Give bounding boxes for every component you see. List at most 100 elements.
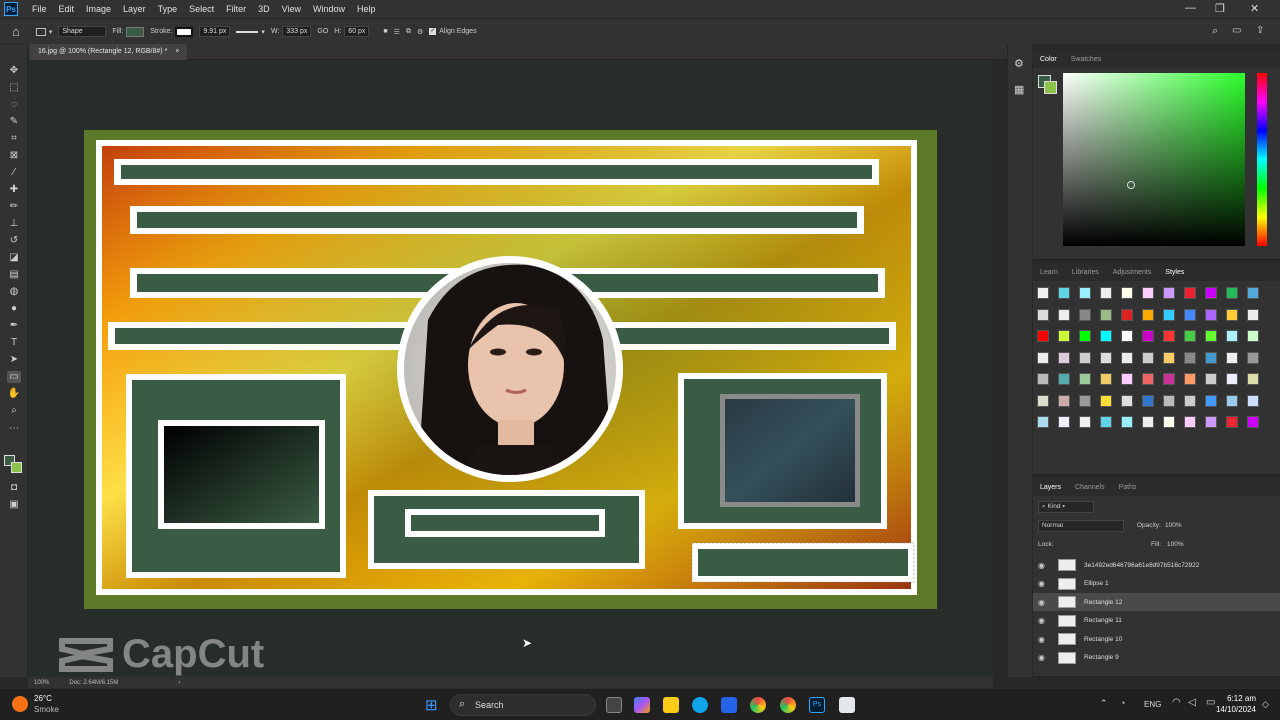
tab-styles[interactable]: Styles bbox=[1158, 269, 1191, 276]
style-swatch[interactable] bbox=[1226, 351, 1238, 364]
network-status-icon[interactable]: ◔ bbox=[1120, 698, 1125, 708]
menu-file[interactable]: File bbox=[26, 4, 53, 14]
menu-view[interactable]: View bbox=[276, 4, 307, 14]
crop-tool-icon[interactable]: ⌗ bbox=[7, 133, 21, 145]
brush-tool-icon[interactable]: ✏ bbox=[7, 201, 21, 213]
weather-temperature[interactable]: 26°C bbox=[34, 694, 52, 703]
pen-tool-icon[interactable]: ✒ bbox=[7, 320, 21, 332]
style-swatch[interactable] bbox=[1184, 308, 1196, 321]
style-swatch[interactable] bbox=[1184, 287, 1196, 299]
style-swatch[interactable] bbox=[1079, 287, 1091, 299]
chrome-icon[interactable] bbox=[750, 697, 766, 713]
input-language[interactable]: ENG bbox=[1144, 700, 1161, 709]
quick-mask-icon[interactable]: ◘ bbox=[7, 482, 21, 494]
tab-swatches[interactable]: Swatches bbox=[1064, 56, 1108, 63]
style-swatch[interactable] bbox=[1058, 351, 1070, 364]
lasso-tool-icon[interactable]: ◌ bbox=[7, 99, 21, 111]
tab-paths[interactable]: Paths bbox=[1112, 484, 1144, 491]
style-swatch[interactable] bbox=[1121, 351, 1133, 364]
style-swatch[interactable] bbox=[1121, 330, 1133, 342]
style-swatch[interactable] bbox=[1079, 330, 1091, 342]
edge-icon[interactable] bbox=[692, 697, 708, 713]
style-swatch[interactable] bbox=[1037, 394, 1049, 407]
style-swatch[interactable] bbox=[1142, 373, 1154, 385]
menu-layer[interactable]: Layer bbox=[117, 4, 152, 14]
workspace-icon[interactable]: ▭ bbox=[1232, 25, 1241, 36]
copilot-icon[interactable] bbox=[634, 697, 650, 713]
style-swatch[interactable] bbox=[1184, 394, 1196, 407]
tab-color[interactable]: Color bbox=[1033, 56, 1064, 63]
style-swatch[interactable] bbox=[1100, 394, 1112, 407]
style-swatch[interactable] bbox=[1205, 373, 1217, 385]
properties-icon[interactable]: ⚙ bbox=[1014, 57, 1024, 70]
blur-tool-icon[interactable]: ◍ bbox=[7, 286, 21, 298]
style-swatch[interactable] bbox=[1037, 330, 1049, 342]
width-field[interactable]: 333 px bbox=[282, 26, 312, 37]
style-swatch[interactable] bbox=[1058, 287, 1070, 299]
style-swatch[interactable] bbox=[1079, 416, 1091, 428]
frame-tool-icon[interactable]: ⊠ bbox=[7, 150, 21, 162]
windows-start-icon[interactable]: ⊞ bbox=[425, 696, 438, 714]
visibility-eye-icon[interactable]: ◉ bbox=[1038, 653, 1050, 662]
style-swatch[interactable] bbox=[1037, 308, 1049, 321]
history-brush-icon[interactable]: ↺ bbox=[7, 235, 21, 247]
path-arrangement-icon[interactable]: ⧉ bbox=[406, 28, 411, 36]
style-swatch[interactable] bbox=[1058, 330, 1070, 342]
gradient-tool-icon[interactable]: ▤ bbox=[7, 269, 21, 281]
screen-mode-icon[interactable]: ▣ bbox=[7, 499, 21, 511]
style-swatch[interactable] bbox=[1163, 351, 1175, 364]
share-icon[interactable]: ⇪ bbox=[1256, 25, 1264, 36]
photoshop-taskbar-icon[interactable]: Ps bbox=[809, 697, 825, 713]
style-swatch[interactable] bbox=[1100, 416, 1112, 428]
visibility-eye-icon[interactable]: ◉ bbox=[1038, 616, 1050, 625]
store-icon[interactable] bbox=[721, 697, 737, 713]
style-swatch[interactable] bbox=[1247, 351, 1259, 364]
tab-channels[interactable]: Channels bbox=[1068, 484, 1112, 491]
capcut-taskbar-icon[interactable] bbox=[839, 697, 855, 713]
layer-row[interactable]: ◉ 3e1492ed646796a61e8d97b516c72922 bbox=[1033, 556, 1280, 574]
opacity-field[interactable]: 100% bbox=[1165, 522, 1182, 529]
style-swatch[interactable] bbox=[1079, 308, 1091, 321]
move-tool-icon[interactable]: ✥ bbox=[7, 65, 21, 77]
tray-chevron-icon[interactable]: ⌃ bbox=[1100, 698, 1108, 709]
menu-filter[interactable]: Filter bbox=[220, 4, 252, 14]
chrome-profile-icon[interactable] bbox=[780, 697, 796, 713]
height-control[interactable]: H: 60 px bbox=[334, 26, 370, 37]
visibility-eye-icon[interactable]: ◉ bbox=[1038, 635, 1050, 644]
tab-libraries[interactable]: Libraries bbox=[1065, 269, 1106, 276]
style-swatch[interactable] bbox=[1205, 351, 1217, 364]
tab-learn[interactable]: Learn bbox=[1033, 269, 1065, 276]
layer-comps-icon[interactable]: ▦ bbox=[1014, 83, 1024, 96]
gear-icon[interactable]: ⚙ bbox=[417, 28, 423, 36]
path-alignment-icon[interactable]: ☰ bbox=[394, 28, 400, 36]
color-picker-handle[interactable] bbox=[1127, 181, 1135, 189]
style-swatch[interactable] bbox=[1184, 351, 1196, 364]
close-icon[interactable]: ✕ bbox=[1250, 2, 1259, 15]
stroke-swatch[interactable] bbox=[175, 26, 194, 37]
clock-date[interactable]: 14/10/2024 bbox=[1210, 705, 1256, 714]
document-tab[interactable]: 16.jpg @ 100% (Rectangle 12, RGB/8#) * × bbox=[30, 44, 188, 60]
visibility-eye-icon[interactable]: ◉ bbox=[1038, 579, 1050, 588]
style-swatch[interactable] bbox=[1100, 330, 1112, 342]
tool-preset-picker[interactable]: ▾ bbox=[35, 27, 52, 36]
style-swatch[interactable] bbox=[1079, 351, 1091, 364]
style-swatch[interactable] bbox=[1121, 287, 1133, 299]
align-edges-checkbox[interactable]: ✓ Align Edges bbox=[429, 28, 477, 35]
search-icon[interactable]: ⌕ bbox=[1212, 25, 1218, 38]
stamp-tool-icon[interactable]: ⊥ bbox=[7, 218, 21, 230]
style-swatch[interactable] bbox=[1163, 308, 1175, 321]
style-swatch[interactable] bbox=[1142, 351, 1154, 364]
height-field[interactable]: 60 px bbox=[344, 26, 370, 37]
style-swatch[interactable] bbox=[1058, 416, 1070, 428]
visibility-eye-icon[interactable]: ◉ bbox=[1038, 561, 1050, 570]
menu-select[interactable]: Select bbox=[183, 4, 220, 14]
clock-time[interactable]: 6:12 am bbox=[1222, 694, 1256, 703]
style-swatch[interactable] bbox=[1247, 373, 1259, 385]
style-swatch[interactable] bbox=[1058, 308, 1070, 321]
style-swatch[interactable] bbox=[1226, 394, 1238, 407]
style-swatch[interactable] bbox=[1142, 287, 1154, 299]
panel-background-swatch[interactable] bbox=[1044, 81, 1057, 94]
layer-row[interactable]: ◉ Rectangle 12 bbox=[1033, 593, 1280, 611]
eraser-tool-icon[interactable]: ◪ bbox=[7, 252, 21, 264]
style-swatch[interactable] bbox=[1163, 373, 1175, 385]
